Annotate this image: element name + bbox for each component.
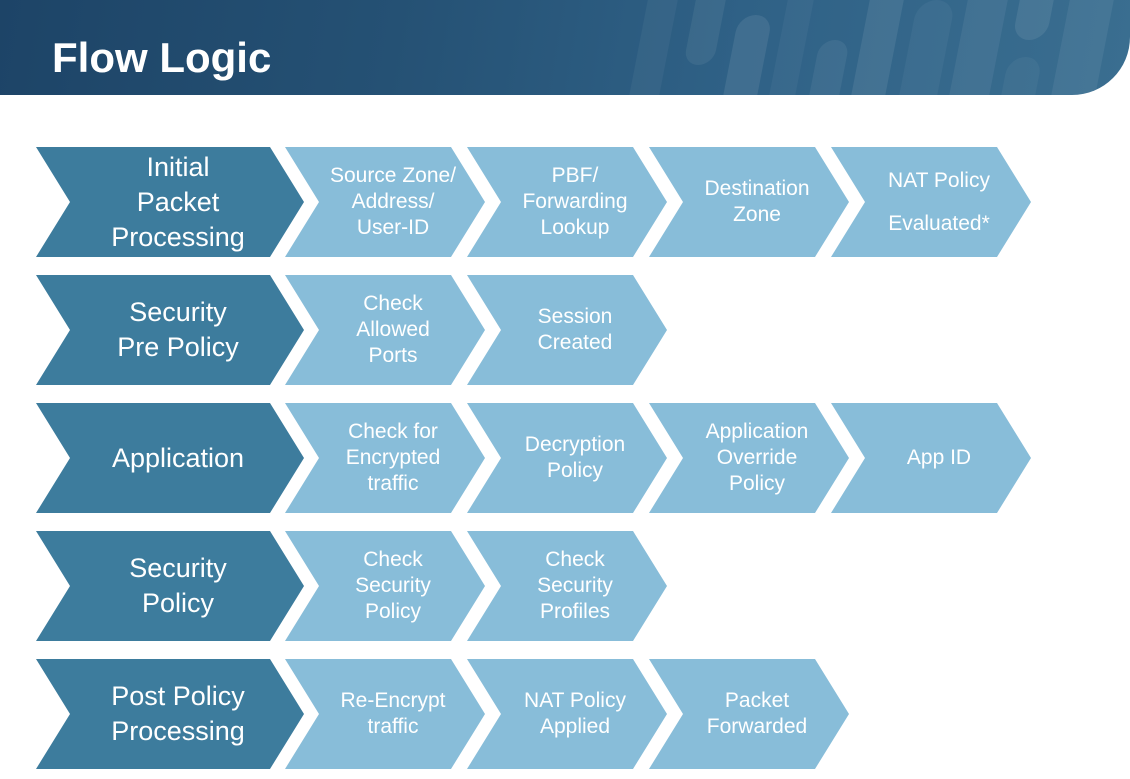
stage-security-pre-policy[interactable]: Security Pre Policy xyxy=(36,275,304,385)
step-label: Destination Zone xyxy=(704,177,810,226)
stage-label: Initial Packet Processing xyxy=(111,151,245,252)
step-packet-forwarded[interactable]: Packet Forwarded xyxy=(649,659,849,769)
stage-label: Security Pre Policy xyxy=(117,297,239,362)
step-label: Packet Forwarded xyxy=(706,689,808,738)
flow-row: Post Policy Processing Re-Encrypt traffic… xyxy=(0,659,1130,771)
flow-logic-diagram: Initial Packet Processing Source Zone/ Ad… xyxy=(0,0,1130,779)
step-source-zone-address-user-id[interactable]: Source Zone/ Address/ User-ID xyxy=(285,147,485,257)
step-application-override-policy[interactable]: Application Override Policy xyxy=(649,403,849,513)
step-nat-policy-evaluated[interactable]: NAT Policy Evaluated* xyxy=(831,147,1031,257)
step-label: Session Created xyxy=(537,305,613,354)
step-app-id[interactable]: App ID xyxy=(831,403,1031,513)
step-check-allowed-ports[interactable]: Check Allowed Ports xyxy=(285,275,485,385)
step-check-security-profiles[interactable]: Check Security Profiles xyxy=(467,531,667,641)
flow-row: Initial Packet Processing Source Zone/ Ad… xyxy=(0,147,1130,259)
stage-application[interactable]: Application xyxy=(36,403,304,513)
step-nat-policy-applied[interactable]: NAT Policy Applied xyxy=(467,659,667,769)
stage-security-policy[interactable]: Security Policy xyxy=(36,531,304,641)
stage-initial-packet-processing[interactable]: Initial Packet Processing xyxy=(36,147,304,257)
step-label: Check for Encrypted traffic xyxy=(345,420,441,495)
step-label: Source Zone/ Address/ User-ID xyxy=(329,164,457,239)
stage-post-policy-processing[interactable]: Post Policy Processing xyxy=(36,659,304,769)
stage-label: Post Policy Processing xyxy=(111,681,245,746)
flow-row: Security Pre Policy Check Allowed Ports Se… xyxy=(0,275,1130,387)
step-label: PBF/ Forwarding Lookup xyxy=(522,164,628,239)
step-decryption-policy[interactable]: Decryption Policy xyxy=(467,403,667,513)
flow-row: Security Policy Check Security Policy Chec… xyxy=(0,531,1130,643)
step-label: Check Security Profiles xyxy=(537,548,613,623)
step-session-created[interactable]: Session Created xyxy=(467,275,667,385)
step-pbf-forwarding-lookup[interactable]: PBF/ Forwarding Lookup xyxy=(467,147,667,257)
step-re-encrypt-traffic[interactable]: Re-Encrypt traffic xyxy=(285,659,485,769)
step-destination-zone[interactable]: Destination Zone xyxy=(649,147,849,257)
step-label: Application Override Policy xyxy=(705,420,809,495)
step-check-for-encrypted-traffic[interactable]: Check for Encrypted traffic xyxy=(285,403,485,513)
flow-row: Application Check for Encrypted traffic De… xyxy=(0,403,1130,515)
step-label: Check Allowed Ports xyxy=(356,292,430,367)
stage-label: Application xyxy=(111,442,245,473)
step-check-security-policy[interactable]: Check Security Policy xyxy=(285,531,485,641)
step-label: App ID xyxy=(906,446,972,469)
step-label: NAT Policy Evaluated* xyxy=(888,169,990,235)
step-label: Re-Encrypt traffic xyxy=(340,689,446,738)
step-label: NAT Policy Applied xyxy=(524,689,626,738)
step-label: Decryption Policy xyxy=(524,433,626,482)
stage-label: Security Policy xyxy=(129,553,227,618)
step-label: Check Security Policy xyxy=(355,548,431,623)
